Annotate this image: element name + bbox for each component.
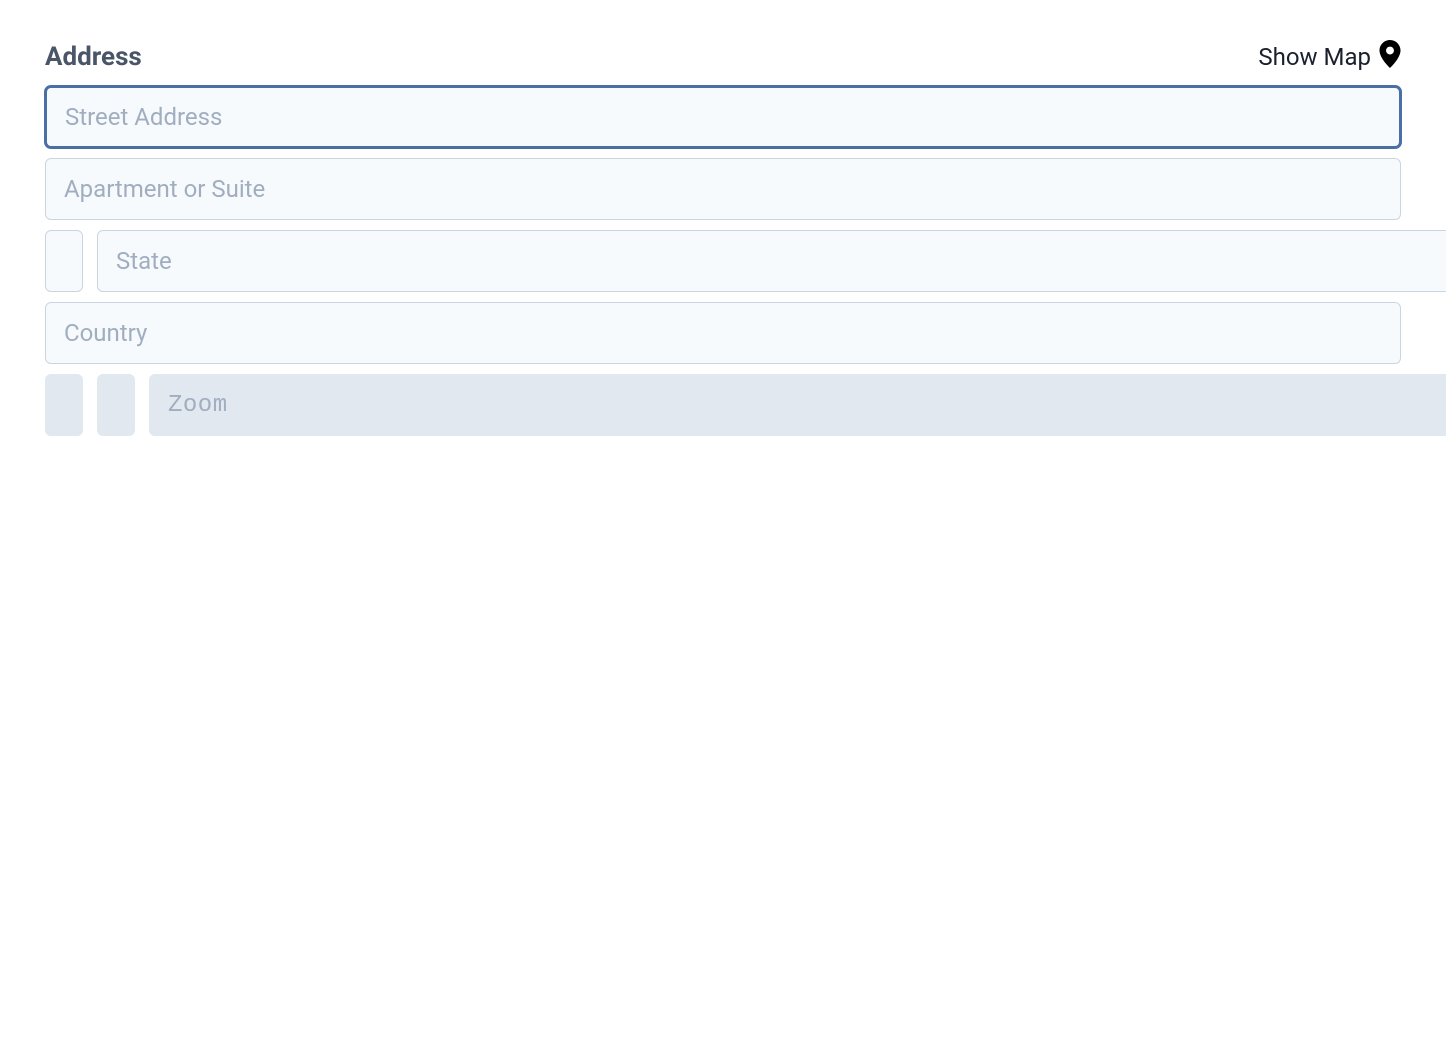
zoom-input[interactable] (149, 374, 1446, 436)
show-map-button[interactable]: Show Map (1258, 40, 1401, 74)
latitude-input[interactable] (45, 374, 83, 436)
city-state-zip-row (45, 230, 1401, 292)
latlng-row (45, 374, 1401, 436)
state-input[interactable] (97, 230, 1446, 292)
city-input[interactable] (45, 230, 83, 292)
street-address-input[interactable] (45, 86, 1401, 148)
address-form (45, 86, 1401, 436)
show-map-label: Show Map (1258, 43, 1371, 71)
address-form-header: Address Show Map (45, 40, 1401, 74)
longitude-input[interactable] (97, 374, 135, 436)
map-pin-icon (1379, 40, 1401, 74)
apartment-input[interactable] (45, 158, 1401, 220)
section-title: Address (45, 42, 142, 72)
country-input[interactable] (45, 302, 1401, 364)
